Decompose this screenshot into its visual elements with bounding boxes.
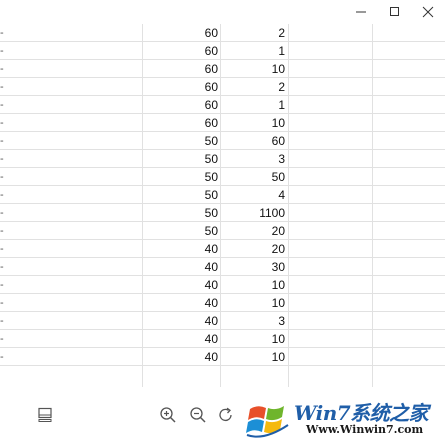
table-cell-a: - (0, 117, 4, 129)
table-cell-c: 10 (271, 62, 285, 76)
table-cell-a: - (0, 171, 4, 183)
table-row: - 60 2 (0, 24, 445, 42)
table-cell-b: 50 (204, 224, 218, 238)
table-row: - 40 10 (0, 276, 445, 294)
table-cell-c: 1 (278, 44, 285, 58)
table-cell-c: 1100 (259, 206, 285, 220)
table-cell-b: 60 (204, 98, 218, 112)
viewer-toolbar: Win7系统之家 Www.Winwin7.com (0, 387, 445, 447)
spreadsheet-image: - 60 2 - 60 1 - 60 10 - 60 2 - 60 1 - 60 10 - 50 60 - 50 3 - 50 50… (0, 24, 445, 387)
table-cell-a: - (0, 351, 4, 363)
zoom-out-icon (190, 407, 206, 423)
table-row: - 60 10 (0, 114, 445, 132)
table-cell-a: - (0, 225, 4, 237)
table-row: - 60 1 (0, 96, 445, 114)
table-row: - 60 1 (0, 42, 445, 60)
table-cell-c: 50 (271, 170, 285, 184)
table-cell-c: 2 (278, 26, 285, 40)
table-cell-a: - (0, 135, 4, 147)
table-row: - 50 50 (0, 168, 445, 186)
zoom-in-button[interactable] (156, 403, 180, 427)
zoom-in-icon (160, 407, 176, 423)
table-cell-b: 40 (204, 260, 218, 274)
close-button[interactable] (413, 0, 443, 24)
table-cell-b: 60 (204, 80, 218, 94)
table-cell-a: - (0, 207, 4, 219)
table-cell-b: 50 (204, 188, 218, 202)
table-cell-b: 60 (204, 26, 218, 40)
minimize-button[interactable] (346, 0, 376, 24)
table-cell-c: 1 (278, 98, 285, 112)
table-cell-b: 50 (204, 152, 218, 166)
monitor-button[interactable] (33, 403, 57, 427)
table-cell-a: - (0, 63, 4, 75)
watermark-title: Win7系统之家 (294, 401, 429, 425)
table-cell-b: 60 (204, 116, 218, 130)
image-viewer-window: - 60 2 - 60 1 - 60 10 - 60 2 - 60 1 - 60 10 - 50 60 - 50 3 - 50 50… (0, 0, 445, 447)
table-cell-a: - (0, 315, 4, 327)
table-row: - 50 3 (0, 150, 445, 168)
table-row: - 40 20 (0, 240, 445, 258)
rotate-icon (219, 407, 232, 421)
table-cell-b: 50 (204, 170, 218, 184)
table-row: - 60 2 (0, 78, 445, 96)
table-cell-c: 2 (278, 80, 285, 94)
table-cell-c: 4 (278, 188, 285, 202)
table-row: - 50 20 (0, 222, 445, 240)
table-cell-c: 60 (271, 134, 285, 148)
table-cell-a: - (0, 189, 4, 201)
zoom-out-button[interactable] (186, 403, 210, 427)
table-row: - 40 10 (0, 294, 445, 312)
table-cell-b: 40 (204, 242, 218, 256)
table-cell-c: 20 (271, 242, 285, 256)
table-cell-a: - (0, 261, 4, 273)
table-cell-c: 20 (271, 224, 285, 238)
table-cell-c: 10 (271, 296, 285, 310)
table-cell-a: - (0, 81, 4, 93)
table-cell-a: - (0, 333, 4, 345)
table-row: - 50 1100 (0, 204, 445, 222)
table-cell-b: 50 (204, 134, 218, 148)
table-cell-a: - (0, 45, 4, 57)
table-row: - 40 10 (0, 348, 445, 366)
table-cell-a: - (0, 27, 4, 39)
table-cell-a: - (0, 297, 4, 309)
table-row: - 40 30 (0, 258, 445, 276)
watermark-url: Www.Winwin7.com (306, 423, 424, 436)
table-cell-c: 10 (271, 332, 285, 346)
table-cell-b: 40 (204, 332, 218, 346)
table-cell-c: 3 (278, 314, 285, 328)
monitor-icon (38, 407, 52, 422)
table-cell-c: 3 (278, 152, 285, 166)
table-cell-a: - (0, 279, 4, 291)
table-cell-b: 60 (204, 62, 218, 76)
table-row: - 60 10 (0, 60, 445, 78)
table-cell-b: 40 (204, 350, 218, 364)
table-cell-b: 60 (204, 44, 218, 58)
table-cell-b: 40 (204, 278, 218, 292)
maximize-button[interactable] (380, 0, 410, 24)
table-cell-a: - (0, 243, 4, 255)
table-cell-c: 10 (271, 278, 285, 292)
table-row: - 50 60 (0, 132, 445, 150)
minimize-icon (356, 11, 366, 13)
table-cell-c: 30 (271, 260, 285, 274)
table-row: - 40 10 (0, 330, 445, 348)
rotate-button[interactable] (214, 403, 238, 427)
table-row: - 40 3 (0, 312, 445, 330)
table-row: - 50 4 (0, 186, 445, 204)
close-icon (422, 6, 434, 18)
table-cell-c: 10 (271, 350, 285, 364)
table-cell-c: 10 (271, 116, 285, 130)
maximize-icon (390, 7, 399, 16)
table-cell-a: - (0, 153, 4, 165)
title-bar (0, 0, 445, 24)
table-cell-b: 40 (204, 314, 218, 328)
watermark-logo: Win7系统之家 Www.Winwin7.com (244, 393, 442, 443)
table-cell-a: - (0, 99, 4, 111)
windows-flag-icon (246, 406, 289, 438)
table-cell-b: 50 (204, 206, 218, 220)
table-cell-b: 40 (204, 296, 218, 310)
